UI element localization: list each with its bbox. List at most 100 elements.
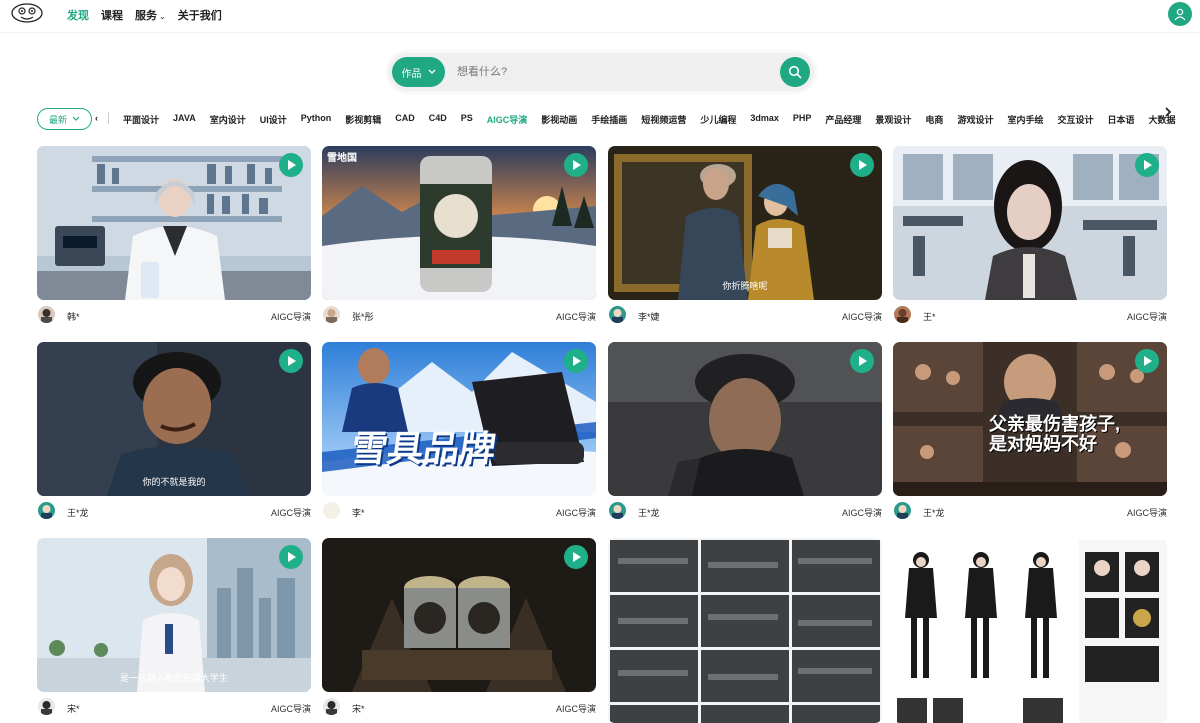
nav-services[interactable]: 服务 ⌄: [135, 7, 166, 23]
category-item[interactable]: 室内设计: [210, 113, 246, 126]
play-button[interactable]: [850, 153, 874, 177]
play-icon: [287, 552, 296, 562]
category-tag: AIGC导演: [270, 704, 311, 714]
author-avatar[interactable]: [323, 306, 340, 323]
nav-courses[interactable]: 课程: [101, 7, 123, 23]
category-item[interactable]: 日本语: [1107, 113, 1134, 126]
nav-about[interactable]: 关于我们: [178, 7, 222, 23]
nav-discover[interactable]: 发现: [67, 7, 89, 23]
author-name[interactable]: 张*彤: [352, 310, 374, 323]
category-tag: AIGC导演: [555, 704, 596, 714]
category-item[interactable]: 景观设计: [875, 113, 911, 126]
work-thumbnail[interactable]: 你折腾啥呢: [608, 146, 882, 300]
work-thumbnail[interactable]: 你的不就是我的: [37, 342, 311, 496]
category-item[interactable]: AIGC导演: [487, 113, 528, 126]
category-divider: [108, 112, 109, 124]
play-icon: [1143, 160, 1152, 170]
card-meta: 张*彤 AIGC导演: [322, 306, 596, 324]
card-meta: 王*龙 AIGC导演: [37, 502, 311, 520]
category-tag: AIGC导演: [841, 508, 882, 518]
category-item[interactable]: 影视剪辑: [345, 113, 381, 126]
play-icon: [287, 356, 296, 366]
author-avatar[interactable]: [609, 306, 626, 323]
author-name[interactable]: 韩*: [67, 310, 80, 323]
category-item[interactable]: 游戏设计: [957, 113, 993, 126]
category-item[interactable]: PS: [461, 113, 473, 126]
author-avatar[interactable]: [894, 306, 911, 323]
play-button[interactable]: [1135, 153, 1159, 177]
search-type-label: 作品: [401, 68, 422, 80]
play-button[interactable]: [564, 349, 588, 373]
site-logo-icon[interactable]: [10, 2, 44, 24]
author-avatar[interactable]: [609, 502, 626, 519]
category-item[interactable]: PHP: [793, 113, 812, 126]
play-button[interactable]: [564, 153, 588, 177]
category-item[interactable]: 平面设计: [123, 113, 159, 126]
category-item[interactable]: 影视动画: [541, 113, 577, 126]
author-avatar[interactable]: [38, 306, 55, 323]
work-thumbnail[interactable]: 父亲最伤害孩子, 是对妈妈不好: [893, 342, 1167, 496]
author-name[interactable]: 王*龙: [67, 506, 89, 519]
category-item[interactable]: C4D: [429, 113, 447, 126]
search-bar: 作品: [389, 53, 814, 91]
work-thumbnail[interactable]: [893, 538, 1167, 723]
work-thumbnail[interactable]: [608, 342, 882, 496]
author-avatar[interactable]: [38, 502, 55, 519]
work-thumbnail[interactable]: [608, 538, 882, 723]
author-name[interactable]: 王*龙: [638, 506, 660, 519]
nav-services-label: 服务: [135, 10, 157, 22]
category-item[interactable]: 手绘插画: [591, 113, 627, 126]
search-input[interactable]: [457, 61, 757, 83]
category-item[interactable]: JAVA: [173, 113, 196, 126]
play-button[interactable]: [564, 545, 588, 569]
author-name[interactable]: 宋*: [67, 702, 80, 715]
author-avatar[interactable]: [323, 502, 340, 519]
author-avatar[interactable]: [323, 698, 340, 715]
chevron-right-icon[interactable]: [1163, 107, 1173, 117]
category-item[interactable]: 室内手绘: [1007, 113, 1043, 126]
work-thumbnail[interactable]: [37, 146, 311, 300]
chevron-left-icon[interactable]: ‹: [95, 113, 98, 123]
search-button[interactable]: [780, 57, 810, 87]
category-list: 平面设计 JAVA 室内设计 UI设计 Python 影视剪辑 CAD C4D PS AIGC导演…: [123, 113, 1176, 126]
sort-dropdown[interactable]: 最新: [37, 108, 92, 130]
author-avatar[interactable]: [38, 698, 55, 715]
video-caption: 你折腾啥呢: [722, 281, 768, 291]
user-avatar[interactable]: [1168, 2, 1192, 26]
card-meta: 韩* AIGC导演: [37, 306, 311, 324]
category-tag: AIGC导演: [841, 312, 882, 322]
play-button[interactable]: [279, 545, 303, 569]
category-item[interactable]: Python: [301, 113, 332, 126]
category-item[interactable]: 3dmax: [750, 113, 779, 126]
card-meta: 李*婕 AIGC导演: [608, 306, 882, 324]
author-avatar[interactable]: [894, 502, 911, 519]
play-button[interactable]: [1135, 349, 1159, 373]
work-thumbnail[interactable]: 雪具品牌: [322, 342, 596, 496]
svg-text:雪地国: 雪地国: [327, 151, 357, 164]
play-button[interactable]: [850, 349, 874, 373]
search-type-select[interactable]: 作品: [392, 57, 445, 87]
work-thumbnail[interactable]: 雪地国: [322, 146, 596, 300]
work-thumbnail[interactable]: 是一名刚入职的应届大学生: [37, 538, 311, 692]
category-item[interactable]: CAD: [395, 113, 415, 126]
author-name[interactable]: 李*: [352, 506, 365, 519]
category-item[interactable]: UI设计: [260, 113, 287, 126]
category-item[interactable]: 短视频运营: [641, 113, 686, 126]
author-name[interactable]: 王*龙: [923, 506, 945, 519]
author-name[interactable]: 李*婕: [638, 310, 660, 323]
author-name[interactable]: 宋*: [352, 702, 365, 715]
thumbnail-subheadline: 是对妈妈不好: [989, 434, 1097, 454]
author-name[interactable]: 王*: [923, 310, 936, 323]
card-meta: 王*龙 AIGC导演: [893, 502, 1167, 520]
work-thumbnail[interactable]: [322, 538, 596, 692]
category-item[interactable]: 产品经理: [825, 113, 861, 126]
play-button[interactable]: [279, 153, 303, 177]
work-thumbnail[interactable]: [893, 146, 1167, 300]
play-icon: [858, 160, 867, 170]
play-icon: [1143, 356, 1152, 366]
category-item[interactable]: 电商: [925, 113, 943, 126]
play-icon: [287, 160, 296, 170]
play-button[interactable]: [279, 349, 303, 373]
category-item[interactable]: 少儿编程: [700, 113, 736, 126]
category-item[interactable]: 交互设计: [1057, 113, 1093, 126]
